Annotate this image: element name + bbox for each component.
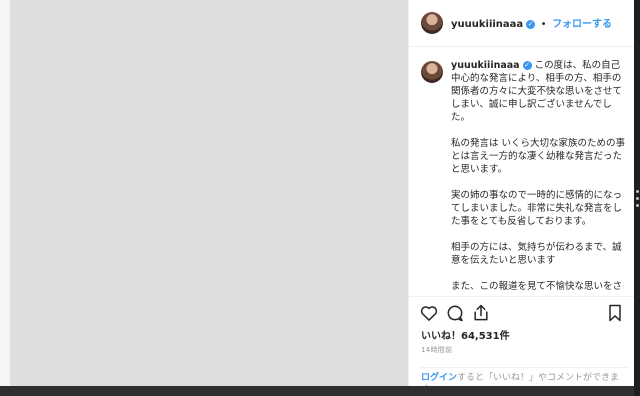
avatar[interactable]	[421, 12, 443, 34]
heart-icon[interactable]	[419, 303, 439, 323]
login-link[interactable]: ログイン	[421, 373, 457, 383]
username-link[interactable]: yuuukiiinaaa	[451, 19, 523, 30]
login-prompt: ログインすると「いいね！」やコメントができます。	[421, 367, 627, 386]
caption-paragraph: 私の発言は いくら大切な家族のための事とは言え一方的な凄く幼稚な発言だったと思い…	[451, 138, 626, 175]
carousel-dot	[636, 204, 639, 207]
post-timestamp[interactable]: 14時間前	[421, 345, 452, 355]
follow-button[interactable]: フォローする	[552, 19, 612, 30]
verified-badge-icon: ✓	[522, 61, 532, 70]
bookmark-icon[interactable]	[605, 303, 625, 323]
share-icon[interactable]	[471, 303, 491, 323]
post-side-panel: yuuukiiinaaa ✓ • フォローする yuuukiiinaaa ✓ この度…	[408, 0, 635, 386]
left-backdrop	[0, 0, 10, 396]
avatar[interactable]	[421, 61, 443, 83]
verified-badge-icon: ✓	[526, 20, 536, 29]
carousel-dot	[636, 197, 639, 200]
bottom-backdrop	[0, 386, 640, 396]
comment-icon[interactable]	[445, 303, 465, 323]
post-header: yuuukiiinaaa ✓ • フォローする	[409, 0, 635, 47]
separator-dot: •	[540, 19, 547, 30]
likes-count[interactable]: いいね！64,531件	[421, 327, 510, 342]
caption-username[interactable]: yuuukiiinaaa	[451, 60, 520, 71]
post-image[interactable]	[10, 0, 408, 386]
caption-paragraph: また、この報道を見て不愉快な思いをさ	[451, 281, 623, 292]
carousel-dot	[636, 190, 639, 193]
caption-paragraph: 実の姉の事なので一時的に感情的になってしまいました。非常に失礼な発言をした事をと…	[451, 190, 623, 227]
comments-area[interactable]: yuuukiiinaaa ✓ この度は、私の自己中心的な発言により、相手の方、相手…	[409, 47, 635, 295]
caption-paragraph: 相手の方には、気持ちが伝わるまで、誠意を伝えたいと思います	[451, 242, 622, 266]
caption: yuuukiiinaaa ✓ この度は、私の自己中心的な発言により、相手の方、相手…	[451, 59, 627, 293]
actions-section: いいね！64,531件 14時間前 ログインすると「いいね！」やコメントができま…	[409, 296, 635, 386]
header-user-line: yuuukiiinaaa ✓ • フォローする	[451, 15, 612, 30]
